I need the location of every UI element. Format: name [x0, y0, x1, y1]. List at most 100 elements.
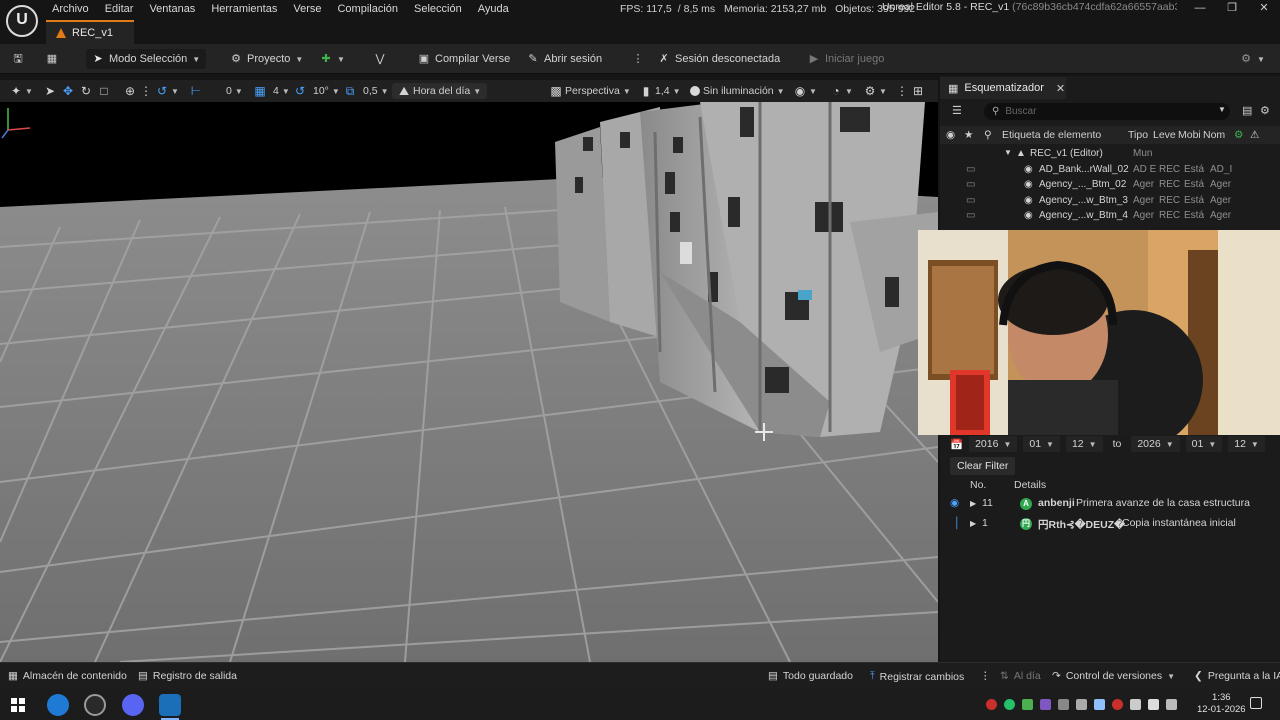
unreal-taskbar-icon[interactable]: [159, 694, 181, 716]
network-icon[interactable]: [1130, 699, 1141, 710]
all-saved-button[interactable]: ▤ Todo guardado: [768, 670, 853, 682]
minimize-icon[interactable]: —: [1193, 2, 1207, 14]
outliner-settings-icon[interactable]: ⚙: [1260, 104, 1270, 117]
grid-snap-button[interactable]: ▦ 4 ▼: [254, 83, 289, 99]
project-menu[interactable]: ⚙ Proyecto ▼: [230, 50, 303, 68]
outliner-tab[interactable]: ▦ Esquematizador ✕: [940, 77, 1066, 99]
tray-app-icon[interactable]: [1004, 699, 1015, 710]
menu-seleccion[interactable]: Selección: [406, 3, 470, 15]
surface-snap-button[interactable]: ⊢: [190, 83, 202, 99]
scale-tool-button[interactable]: □: [98, 83, 110, 99]
ask-ai-button[interactable]: ❮ Pregunta a la IA: [1194, 670, 1280, 682]
visibility-icon[interactable]: ▭: [966, 210, 975, 221]
output-log-button[interactable]: ▤ Registro de salida: [138, 670, 237, 682]
tray-app6-icon[interactable]: [1094, 699, 1105, 710]
tray-app3-icon[interactable]: [1040, 699, 1051, 710]
perspective-button[interactable]: ▩ Perspectiva ▼: [550, 83, 630, 99]
history-row[interactable]: │ ▶ 1 円 円Rth⊰�DEUZ� Copia instantánea in…: [940, 515, 1280, 533]
from-year-select[interactable]: 2016 ▼: [969, 436, 1018, 452]
warning-column-icon[interactable]: ⚠: [1250, 129, 1259, 141]
tray-record-icon[interactable]: [986, 699, 997, 710]
menu-ayuda[interactable]: Ayuda: [470, 3, 517, 15]
performance-button[interactable]: ◔ ▼: [830, 83, 853, 99]
open-session-button[interactable]: ✎ Abrir sesión: [527, 50, 602, 68]
rotation-snap-button[interactable]: ↺ ▼: [156, 83, 179, 99]
rotate-tool-button[interactable]: ↻: [80, 83, 92, 99]
viewport-more-icon[interactable]: ⋮: [896, 83, 908, 99]
collapse-arrow-icon[interactable]: ▼: [1004, 148, 1012, 157]
notifications-icon[interactable]: [1250, 697, 1262, 709]
column-type[interactable]: Tipo: [1128, 129, 1148, 141]
close-window-icon[interactable]: ✕: [1257, 2, 1271, 14]
filter-icon[interactable]: ☰: [952, 104, 962, 117]
camera-speed-button[interactable]: ▮ 1,4 ▼: [640, 83, 681, 99]
table-row[interactable]: ▭ ◉ Agency_...w_Btm_3 Ager REC Está Ager: [940, 194, 1280, 209]
angle-snap-button[interactable]: ↺ 10° ▼: [294, 83, 340, 99]
save-icon[interactable]: 🖫: [12, 50, 24, 68]
source-control-button[interactable]: ↷ Control de versiones ▼: [1052, 670, 1175, 682]
submit-changes-button[interactable]: ⤒ Registrar cambios: [870, 670, 964, 683]
compile-verse-button[interactable]: ▣ Compilar Verse: [418, 50, 510, 68]
level-viewport[interactable]: [0, 102, 938, 662]
obs-icon[interactable]: [84, 694, 106, 716]
to-month-select[interactable]: 01 ▼: [1185, 436, 1223, 452]
tray-app5-icon[interactable]: [1076, 699, 1087, 710]
menu-ventanas[interactable]: Ventanas: [141, 3, 203, 15]
content-drawer-button[interactable]: ▦ Almacén de contenido: [8, 670, 127, 682]
table-row[interactable]: ▭ ◉ Agency_..._Btm_02 Ager REC Está Ager: [940, 178, 1280, 193]
to-year-select[interactable]: 2026 ▼: [1131, 436, 1180, 452]
volume-icon[interactable]: [1148, 699, 1159, 710]
menu-archivo[interactable]: Archivo: [44, 3, 97, 15]
scale-snap-button[interactable]: ⧉ 0,5 ▼: [344, 83, 389, 99]
maximize-icon[interactable]: ❐: [1225, 2, 1239, 14]
status-more-icon[interactable]: ⋮: [980, 670, 991, 682]
browse-icon[interactable]: ▦: [46, 50, 58, 68]
visibility-column-icon[interactable]: ◉: [946, 129, 955, 141]
table-row[interactable]: ▭ ◉ AD_Bank...rWall_02 AD E REC Está AD_…: [940, 163, 1280, 178]
visibility-icon[interactable]: ▭: [966, 164, 975, 175]
outliner-search-input[interactable]: ⚲ Buscar: [984, 103, 1230, 120]
column-label[interactable]: Etiqueta de elemento: [1002, 129, 1101, 141]
from-month-select[interactable]: 01 ▼: [1023, 436, 1060, 452]
clear-filter-button[interactable]: Clear Filter: [950, 457, 1016, 475]
from-day-select[interactable]: 12 ▼: [1065, 436, 1103, 452]
column-name[interactable]: Nom: [1203, 129, 1225, 141]
tray-app7-icon[interactable]: [1112, 699, 1123, 710]
menu-herramientas[interactable]: Herramientas: [203, 3, 285, 15]
world-space-button[interactable]: ⊕: [124, 83, 136, 99]
start-game-button[interactable]: ▶ Iniciar juego: [808, 50, 885, 68]
table-row[interactable]: ▭ ◉ Agency_...w_Btm_4 Ager REC Está Ager: [940, 209, 1280, 224]
windows-start-icon[interactable]: [11, 698, 25, 712]
to-day-select[interactable]: 12 ▼: [1228, 436, 1265, 452]
column-details[interactable]: Details: [1014, 479, 1046, 491]
tray-app4-icon[interactable]: [1058, 699, 1069, 710]
column-no[interactable]: No.: [970, 479, 986, 491]
visibility-icon[interactable]: ▭: [966, 195, 975, 206]
discord-icon[interactable]: [122, 694, 144, 716]
viewport-layout-icon[interactable]: ⊞: [912, 83, 924, 99]
menu-editar[interactable]: Editar: [97, 3, 142, 15]
taskbar-clock[interactable]: 1:36 12-01-2026: [1197, 692, 1246, 716]
unreal-logo-icon[interactable]: [6, 5, 38, 37]
star-column-icon[interactable]: ★: [964, 129, 973, 141]
outliner-root-row[interactable]: ▼ ▲ REC_v1 (Editor) Mun: [940, 147, 1280, 162]
source-control-column-icon[interactable]: ⚙: [1234, 129, 1243, 141]
search-dropdown-icon[interactable]: ▼: [1218, 105, 1226, 114]
lighting-mode-button[interactable]: Sin iluminación ▼: [690, 83, 785, 99]
visibility-icon[interactable]: ▭: [966, 179, 975, 190]
verse-icon[interactable]: ⋁: [374, 50, 386, 68]
pin-column-icon[interactable]: ⚲: [984, 129, 992, 141]
add-folder-icon[interactable]: ▤: [1242, 104, 1252, 117]
history-row[interactable]: ◉ ▶ 11 A anbenji Primera avanze de la ca…: [940, 495, 1280, 513]
rotation-value[interactable]: 0 ▼: [226, 83, 243, 99]
column-mobility[interactable]: Mobi: [1178, 129, 1201, 141]
expand-arrow-icon[interactable]: ▶: [970, 519, 976, 528]
more-options-icon[interactable]: ⋮: [632, 50, 644, 68]
edge-browser-icon[interactable]: [47, 694, 69, 716]
time-of-day-button[interactable]: ⛰ Hora del día ▼: [392, 83, 488, 99]
close-icon[interactable]: ✕: [1056, 82, 1065, 95]
menu-verse[interactable]: Verse: [285, 3, 329, 15]
session-status-button[interactable]: ✗ Sesión desconectada: [658, 50, 780, 68]
add-actor-button[interactable]: ✚ ▼: [320, 50, 345, 68]
level-tab[interactable]: REC_v1: [46, 20, 134, 44]
